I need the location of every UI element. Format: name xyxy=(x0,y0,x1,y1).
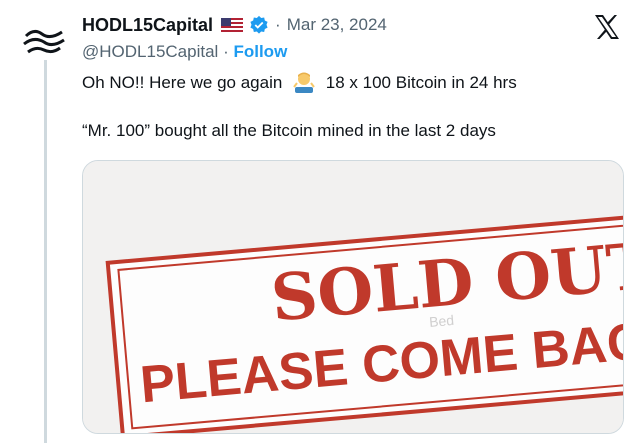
us-flag-icon xyxy=(221,18,244,32)
tweet-date[interactable]: Mar 23, 2024 xyxy=(287,15,387,35)
stamp-watermark: Bed xyxy=(428,312,454,330)
separator-dot: · xyxy=(275,15,281,34)
tweet-text-part: Oh NO!! Here we go again xyxy=(82,73,283,92)
verified-badge-icon xyxy=(250,15,268,34)
man-shrugging-emoji-icon xyxy=(293,72,315,93)
tweet-text-line2: “Mr. 100” bought all the Bitcoin mined i… xyxy=(82,121,496,140)
tweet-text-part: 18 x 100 Bitcoin in 24 hrs xyxy=(325,73,517,92)
x-logo-icon[interactable] xyxy=(592,12,622,42)
sold-out-stamp-image: SOLD OUT PLEASE COME BACK TOM Bed xyxy=(83,161,623,433)
handle-row: @HODL15Capital · Follow xyxy=(82,42,287,62)
thread-line xyxy=(44,60,47,443)
display-name[interactable]: HODL15Capital xyxy=(82,15,213,36)
tweet-media-image[interactable]: SOLD OUT PLEASE COME BACK TOM Bed xyxy=(82,160,624,434)
handle[interactable]: @HODL15Capital xyxy=(82,42,218,61)
tweet-text-line1: Oh NO!! Here we go again 18 x 100 Bitcoi… xyxy=(82,71,517,93)
separator-dot: · xyxy=(223,42,229,61)
tweet-header: HODL15Capital · Mar 23, 2024 xyxy=(82,12,387,38)
avatar[interactable] xyxy=(20,18,68,66)
follow-button[interactable]: Follow xyxy=(233,42,287,61)
